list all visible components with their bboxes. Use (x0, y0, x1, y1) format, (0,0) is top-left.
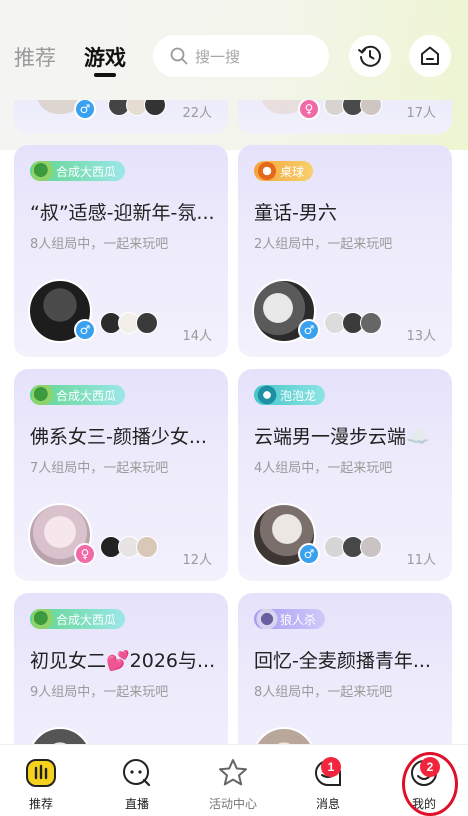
room-subtitle: 7人组局中，一起来玩吧 (30, 461, 169, 476)
history-icon (358, 45, 381, 67)
game-tag: 狼人杀 (254, 609, 326, 629)
room-subtitle: 8人组局中，一起来玩吧 (254, 685, 393, 700)
male-icon: ♂ (298, 319, 320, 341)
watermelon-icon (32, 161, 54, 181)
game-tag-label: 合成大西瓜 (56, 164, 117, 179)
room-card[interactable]: 合成大西瓜 “叔”适感-迎新年-氛... 8人组局中，一起来玩吧 ♂ 14人 (14, 145, 228, 357)
game-tag: 泡泡龙 (254, 385, 326, 405)
member-avatar (136, 536, 158, 558)
search-placeholder: 搜一搜 (195, 47, 241, 66)
game-tag-label: 合成大西瓜 (56, 612, 117, 627)
search-input[interactable]: 搜一搜 (153, 35, 329, 77)
room-title: 童话-男六 (254, 202, 337, 224)
partial-room-card-1[interactable]: ♂ 22人 (14, 92, 228, 134)
nav-label: 推荐 (28, 797, 53, 811)
room-card[interactable]: 合成大西瓜 佛系女三-颜播少女... 7人组局中，一起来玩吧 ♀ 12人 (14, 369, 228, 581)
room-card[interactable]: 泡泡龙 云端男一漫步云端☁️ 4人组局中，一起来玩吧 ♂ 11人 (238, 369, 452, 581)
top-header: 推荐 游戏 搜一搜 (0, 0, 468, 100)
room-subtitle: 8人组局中，一起来玩吧 (30, 237, 169, 252)
female-icon: ♀ (74, 543, 96, 565)
female-icon: ♀ (298, 98, 320, 120)
nav-item-live[interactable]: 直播 (90, 745, 184, 816)
nav-label: 直播 (124, 797, 149, 811)
game-tag: 合成大西瓜 (30, 385, 126, 405)
nav-item-activity-center[interactable]: 活动中心 (186, 745, 280, 816)
room-card[interactable]: 桌球 童话-男六 2人组局中，一起来玩吧 ♂ 13人 (238, 145, 452, 357)
member-count: 22人 (182, 106, 212, 121)
tab-recommend[interactable]: 推荐 (14, 42, 56, 72)
search-icon (170, 47, 188, 65)
member-avatar (360, 312, 382, 334)
game-tag-label: 泡泡龙 (280, 388, 317, 403)
game-tag: 桌球 (254, 161, 314, 181)
room-subtitle: 9人组局中，一起来玩吧 (30, 685, 169, 700)
male-icon: ♂ (298, 543, 320, 565)
game-tag: 合成大西瓜 (30, 161, 126, 181)
bottom-nav: 推荐 直播 活动中心 1 消息 2 我的 (0, 744, 468, 816)
home-button[interactable] (409, 35, 451, 77)
home-icon (421, 46, 439, 65)
member-count: 11人 (406, 553, 436, 568)
room-title: “叔”适感-迎新年-氛... (30, 202, 215, 224)
game-tag: 合成大西瓜 (30, 609, 126, 629)
watermelon-icon (32, 609, 54, 629)
member-count: 12人 (182, 553, 212, 568)
highlight-circle (402, 752, 458, 816)
member-count: 17人 (406, 106, 436, 121)
member-avatar (136, 312, 158, 334)
tab-games[interactable]: 游戏 (84, 42, 126, 72)
room-subtitle: 2人组局中，一起来玩吧 (254, 237, 393, 252)
message-badge: 1 (321, 757, 341, 777)
male-icon: ♂ (74, 319, 96, 341)
werewolf-icon (256, 609, 278, 629)
game-tag-label: 合成大西瓜 (56, 388, 117, 403)
game-tag-label: 狼人杀 (280, 612, 317, 627)
bubble-dragon-icon (256, 385, 278, 405)
member-count: 14人 (182, 329, 212, 344)
history-button[interactable] (349, 35, 391, 77)
male-icon: ♂ (74, 98, 96, 120)
room-title: 回忆-全麦颜播青年... (254, 650, 431, 672)
nav-item-recommend[interactable]: 推荐 (0, 745, 88, 816)
nav-label: 消息 (315, 797, 340, 811)
game-tag-label: 桌球 (280, 164, 305, 179)
active-tab-indicator (94, 73, 116, 77)
member-avatar (360, 536, 382, 558)
nav-item-messages[interactable]: 1 消息 (281, 745, 375, 816)
live-icon (123, 759, 151, 787)
member-count: 13人 (406, 329, 436, 344)
watermelon-icon (32, 385, 54, 405)
recommend-icon (26, 759, 56, 787)
room-title: 云端男一漫步云端☁️ (254, 426, 430, 448)
billiards-icon (256, 161, 278, 181)
room-title: 佛系女三-颜播少女... (30, 426, 207, 448)
room-title: 初见女二💕2026与... (30, 650, 216, 672)
partial-room-card-2[interactable]: ♀ 17人 (238, 92, 452, 134)
nav-label: 活动中心 (208, 797, 257, 811)
room-subtitle: 4人组局中，一起来玩吧 (254, 461, 393, 476)
star-icon (219, 759, 247, 786)
